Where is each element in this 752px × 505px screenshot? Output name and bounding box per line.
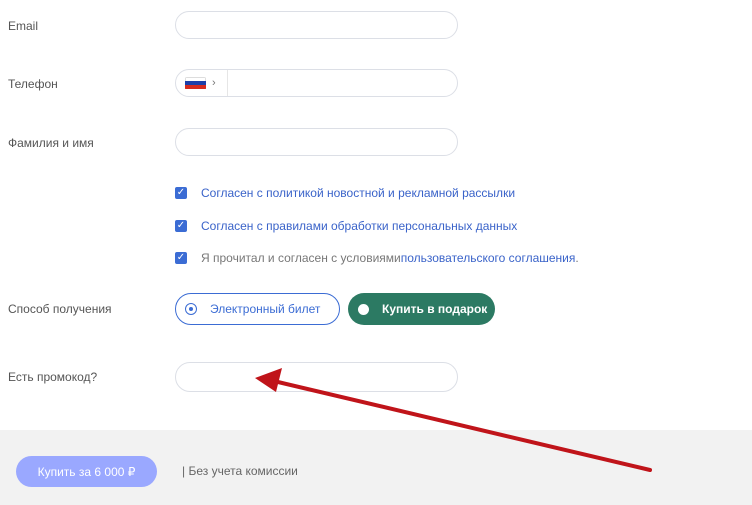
delivery-label: Способ получения — [8, 302, 112, 316]
email-field[interactable] — [175, 11, 458, 39]
e-ticket-option[interactable]: Электронный билет — [175, 293, 340, 325]
personal-data-consent-label: Согласен с правилами обработки персональ… — [201, 219, 518, 233]
promo-label: Есть промокод? — [8, 370, 98, 384]
purchase-form: Email Телефон › Фамилия и имя ✓ Согласен… — [0, 0, 752, 430]
promo-code-field[interactable] — [175, 362, 458, 392]
user-agreement-link[interactable]: пользовательского соглашения — [401, 251, 576, 265]
name-label: Фамилия и имя — [8, 136, 94, 150]
russia-flag-icon — [185, 76, 206, 90]
gift-option[interactable]: Купить в подарок — [348, 293, 495, 325]
radio-selected-icon — [185, 303, 197, 315]
checkout-footer: Купить за 6 000 ₽ | Без учета комиссии — [0, 430, 752, 505]
chevron-right-icon: › — [212, 77, 216, 89]
checkbox-checked-icon[interactable]: ✓ — [175, 187, 187, 199]
user-agreement-suffix: . — [575, 251, 579, 265]
user-agreement-prefix: Я прочитал и согласен с условиями — [201, 251, 401, 265]
gift-label: Купить в подарок — [382, 302, 488, 316]
personal-data-consent[interactable]: ✓ Согласен с правилами обработки персона… — [175, 219, 517, 233]
phone-label: Телефон — [8, 77, 58, 91]
newsletter-consent-label: Согласен с политикой новостной и рекламн… — [201, 186, 516, 200]
buy-button[interactable]: Купить за 6 000 ₽ — [16, 456, 157, 487]
full-name-field[interactable] — [175, 128, 458, 156]
country-selector[interactable]: › — [176, 70, 228, 96]
radio-icon — [358, 303, 369, 315]
user-agreement-consent[interactable]: ✓ Я прочитал и согласен с условиями поль… — [175, 251, 579, 265]
newsletter-consent[interactable]: ✓ Согласен с политикой новостной и рекла… — [175, 186, 515, 200]
checkbox-checked-icon[interactable]: ✓ — [175, 220, 187, 232]
e-ticket-label: Электронный билет — [210, 302, 321, 316]
phone-field[interactable]: › — [175, 69, 458, 97]
checkbox-checked-icon[interactable]: ✓ — [175, 252, 187, 264]
fee-note: | Без учета комиссии — [182, 464, 298, 478]
email-label: Email — [8, 19, 39, 33]
